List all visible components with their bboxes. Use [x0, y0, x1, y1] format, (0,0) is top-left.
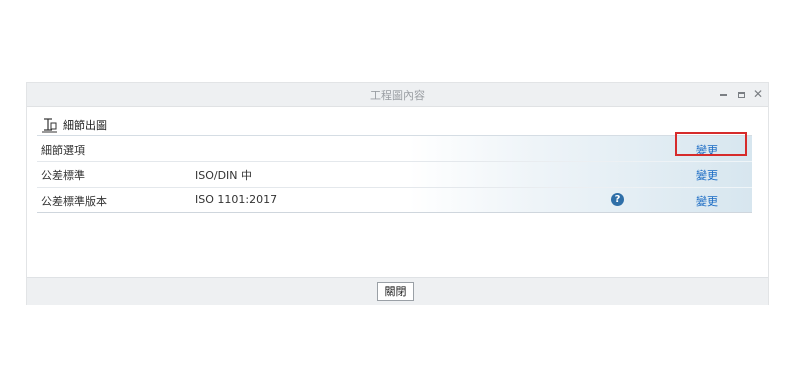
maximize-icon	[737, 91, 745, 98]
section-header: 細節出圖	[41, 115, 107, 135]
window-title: 工程圖內容	[370, 89, 425, 102]
detailing-icon	[42, 118, 57, 133]
change-link[interactable]: 變更	[687, 167, 727, 183]
change-link[interactable]: 變更	[687, 193, 727, 209]
title-bar[interactable]: 工程圖內容 ✕	[27, 83, 768, 107]
dialog-footer: 關閉	[27, 277, 768, 305]
highlight-box	[675, 132, 747, 156]
close-button[interactable]: 關閉	[377, 282, 414, 301]
minimize-button[interactable]	[716, 86, 730, 102]
drawing-properties-dialog: 工程圖內容 ✕ 細節出圖 細節選項 變更 公差標準 ISO/DIN 中 變更 公…	[26, 82, 769, 305]
section-title: 細節出圖	[63, 119, 107, 132]
info-icon[interactable]: ?	[611, 193, 624, 206]
minimize-icon	[719, 93, 727, 96]
properties-table: 細節選項 變更 公差標準 ISO/DIN 中 變更 公差標準版本 ISO 110…	[37, 135, 752, 213]
row-value: ISO 1101:2017	[195, 193, 278, 206]
maximize-button[interactable]	[734, 86, 748, 102]
row-value: ISO/DIN 中	[195, 169, 253, 182]
row-label: 公差標準版本	[41, 195, 107, 208]
close-icon: ✕	[752, 87, 764, 101]
close-window-button[interactable]: ✕	[751, 86, 765, 102]
row-label: 細節選項	[41, 144, 85, 157]
row-label: 公差標準	[41, 169, 85, 182]
table-row: 公差標準 ISO/DIN 中 變更	[37, 161, 752, 187]
table-row: 公差標準版本 ISO 1101:2017 ? 變更	[37, 187, 752, 213]
table-row: 細節選項 變更	[37, 136, 752, 162]
